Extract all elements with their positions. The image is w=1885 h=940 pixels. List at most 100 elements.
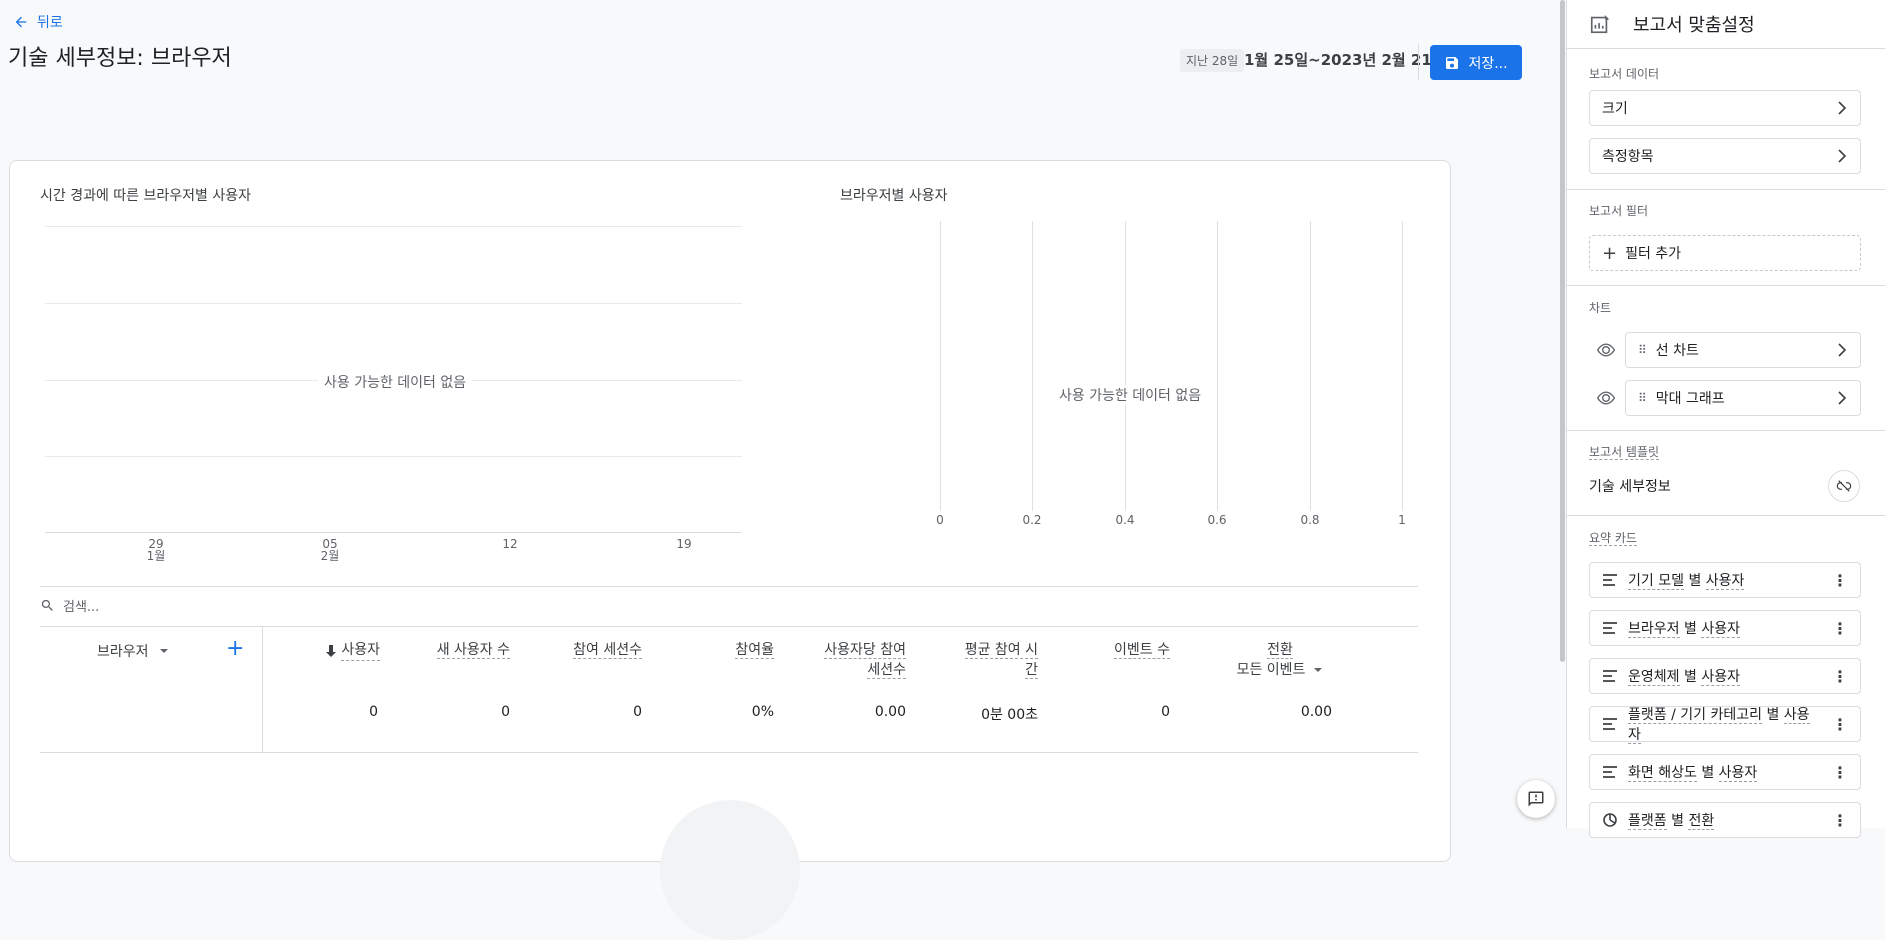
- report-filter-label: 보고서 필터: [1589, 204, 1649, 218]
- column-header-users[interactable]: 사용자: [290, 640, 380, 661]
- panel-title: 보고서 맞춤설정: [1633, 15, 1755, 36]
- bar-list-icon: [1603, 766, 1617, 778]
- column-header-event-count[interactable]: 이벤트 수: [1060, 640, 1170, 660]
- table-search[interactable]: 검색...: [40, 596, 99, 615]
- column-header-engaged-sessions[interactable]: 참여 세션수: [532, 640, 642, 660]
- panel-divider: [1566, 515, 1885, 516]
- total-cell: 0: [633, 704, 642, 720]
- metrics-button[interactable]: 측정항목: [1589, 138, 1861, 174]
- bar-x-tick: 0.2: [1022, 513, 1042, 527]
- add-dimension-button[interactable]: +: [226, 638, 244, 660]
- bar-x-tick: 0: [936, 513, 944, 527]
- panel-divider: [1566, 285, 1885, 286]
- column-header-engagement-rate[interactable]: 참여율: [664, 640, 774, 660]
- plus-icon: +: [1602, 242, 1618, 264]
- line-x-tick: 12: [502, 537, 518, 551]
- conversion-event-selector[interactable]: 모든 이벤트: [1200, 660, 1360, 680]
- more-vert-icon[interactable]: ⋮: [1832, 571, 1848, 590]
- back-link[interactable]: 뒤로: [13, 12, 63, 32]
- summary-card-item[interactable]: 플랫폼 별 전환 ⋮: [1589, 802, 1861, 838]
- bar-list-icon: [1603, 670, 1617, 682]
- link-off-icon: [1836, 480, 1852, 492]
- panel-divider: [1566, 189, 1885, 190]
- chevron-right-icon: [1838, 391, 1847, 405]
- summary-card-item[interactable]: 화면 해상도 별 사용자 ⋮: [1589, 754, 1861, 790]
- bar-list-icon: [1603, 718, 1617, 730]
- line-chart-no-data: 사용 가능한 데이터 없음: [318, 372, 473, 392]
- table-top-border: [40, 586, 1418, 587]
- bar-chart-option[interactable]: ⠿ 막대 그래프: [1625, 380, 1861, 416]
- summary-cards-label: 요약 카드: [1589, 531, 1637, 546]
- total-cell: 0: [501, 704, 510, 720]
- drag-handle-icon[interactable]: ⠿: [1638, 343, 1647, 357]
- line-x-tick: 29 1월: [146, 537, 166, 563]
- unlink-template-button[interactable]: [1828, 470, 1860, 502]
- panel-divider: [1566, 48, 1885, 49]
- visibility-icon[interactable]: [1596, 390, 1616, 406]
- line-chart-gridline: [45, 456, 742, 457]
- line-chart-gridline: [45, 303, 742, 304]
- dropdown-arrow-icon: [159, 649, 168, 653]
- line-x-tick: 19: [676, 537, 692, 551]
- back-label: 뒤로: [37, 15, 63, 31]
- edit-chart-icon: [1590, 14, 1610, 34]
- dimension-label: 브라우저: [97, 644, 149, 660]
- more-vert-icon[interactable]: ⋮: [1832, 619, 1848, 638]
- feedback-icon: [1528, 791, 1544, 807]
- bar-chart-gridline: [940, 221, 941, 511]
- save-label: 저장...: [1468, 55, 1508, 72]
- column-header-avg-engagement-time[interactable]: 평균 참여 시 간: [928, 640, 1038, 680]
- report-template-label: 보고서 템플릿: [1589, 445, 1660, 460]
- search-input[interactable]: 검색...: [63, 596, 99, 615]
- line-chart-gridline: [45, 226, 742, 227]
- date-range[interactable]: 1월 25일~2023년 2월 21일: [1244, 49, 1446, 70]
- line-chart-title: 시간 경과에 따른 브라우저별 사용자: [40, 188, 251, 204]
- bar-chart-no-data: 사용 가능한 데이터 없음: [1053, 385, 1208, 405]
- summary-card-item[interactable]: 브라우저 별 사용자 ⋮: [1589, 610, 1861, 646]
- more-vert-icon[interactable]: ⋮: [1832, 811, 1848, 830]
- total-cell: 0.00: [874, 704, 906, 720]
- line-x-tick: 05 2월: [320, 537, 340, 563]
- more-vert-icon[interactable]: ⋮: [1832, 763, 1848, 782]
- more-vert-icon[interactable]: ⋮: [1832, 667, 1848, 686]
- arrow-back-icon: [15, 16, 27, 28]
- report-card: [9, 160, 1451, 862]
- bar-chart-gridline: [1402, 221, 1403, 511]
- table-bottom-border: [40, 752, 1418, 753]
- bar-chart-title: 브라우저별 사용자: [840, 188, 948, 204]
- save-button[interactable]: 저장...: [1430, 45, 1522, 80]
- dimension-selector[interactable]: 브라우저: [97, 641, 169, 661]
- column-header-new-users[interactable]: 새 사용자 수: [400, 640, 510, 660]
- header-divider: [1418, 44, 1419, 80]
- total-cell: 0%: [751, 704, 774, 720]
- bar-chart-gridline: [1310, 221, 1311, 511]
- page-scrollbar[interactable]: [1560, 0, 1565, 662]
- bar-x-tick: 1: [1398, 513, 1406, 527]
- bar-list-icon: [1603, 574, 1617, 586]
- visibility-icon[interactable]: [1596, 342, 1616, 358]
- table-column-divider: [262, 627, 263, 752]
- date-range-chip[interactable]: 지난 28일: [1180, 49, 1245, 72]
- column-header-conversions[interactable]: 전환 모든 이벤트: [1200, 640, 1360, 680]
- summary-card-item[interactable]: 운영체제 별 사용자 ⋮: [1589, 658, 1861, 694]
- add-filter-button[interactable]: + 필터 추가: [1589, 235, 1861, 271]
- panel-divider: [1566, 430, 1885, 431]
- more-vert-icon[interactable]: ⋮: [1832, 715, 1848, 734]
- total-cell: 0: [1161, 704, 1170, 720]
- feedback-button[interactable]: [1517, 780, 1555, 818]
- summary-card-item[interactable]: 플랫폼 / 기기 카테고리 별 사용자 ⋮: [1589, 706, 1861, 744]
- save-icon: [1446, 56, 1459, 69]
- chevron-right-icon: [1838, 149, 1847, 163]
- page-title: 기술 세부정보: 브라우저: [8, 46, 232, 71]
- dropdown-arrow-icon: [1314, 668, 1323, 672]
- bar-x-tick: 0.4: [1115, 513, 1135, 527]
- table-header-border: [40, 626, 1418, 627]
- bar-list-icon: [1603, 622, 1617, 634]
- column-header-sessions-per-user[interactable]: 사용자당 참여 세션수: [796, 640, 906, 680]
- summary-card-item[interactable]: 기기 모델 별 사용자 ⋮: [1589, 562, 1861, 598]
- drag-handle-icon[interactable]: ⠿: [1638, 391, 1647, 405]
- dimensions-button[interactable]: 크기: [1589, 90, 1861, 126]
- template-name: 기술 세부정보: [1589, 479, 1671, 495]
- line-chart-option[interactable]: ⠿ 선 차트: [1625, 332, 1861, 368]
- empty-state-illustration: [660, 800, 800, 940]
